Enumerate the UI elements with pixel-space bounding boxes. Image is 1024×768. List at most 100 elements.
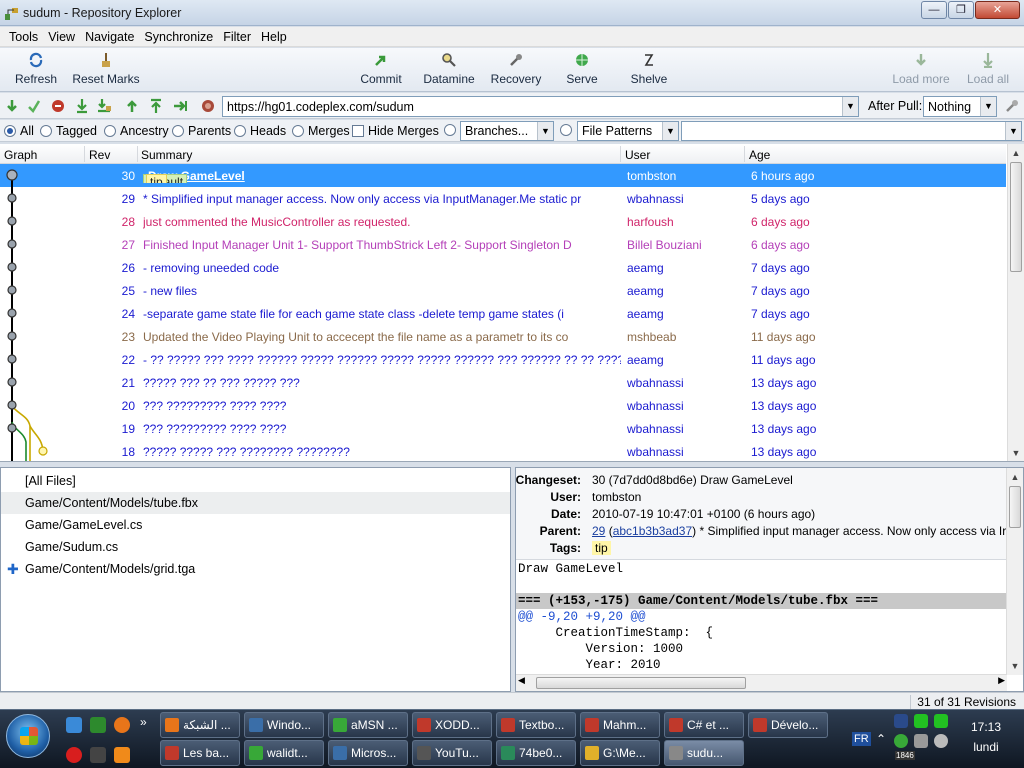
opera-icon[interactable] [66, 747, 82, 763]
table-row[interactable]: 22 - ?? ????? ??? ???? ?????? ????? ?????… [0, 348, 1006, 371]
tray-network-icon[interactable] [914, 734, 928, 748]
taskbar-button[interactable]: Windo... [244, 712, 324, 738]
filter-branch-radio[interactable] [444, 124, 456, 136]
taskbar-button[interactable]: walidt... [244, 740, 324, 766]
tray-status-icon[interactable] [914, 714, 928, 728]
quicklaunch-more-icon[interactable]: » [140, 715, 147, 729]
commit-button[interactable]: Commit [356, 52, 406, 86]
branches-combo[interactable]: Branches... ▼ [460, 121, 554, 141]
chevron-down-icon[interactable]: ▼ [662, 122, 678, 140]
menu-tools[interactable]: Tools [4, 30, 43, 44]
ie-icon[interactable] [66, 717, 82, 733]
taskbar-button[interactable]: Dévelo... [748, 712, 828, 738]
file-item-added[interactable]: ✚ Game/Content/Models/grid.tga [1, 558, 510, 580]
clock[interactable]: 17:13 lundi [966, 720, 1006, 754]
datamine-button[interactable]: Datamine [420, 52, 478, 86]
table-row[interactable]: 25 - new files aeamg 7 days ago [0, 279, 1006, 302]
table-row[interactable]: 28 just commented the MusicController as … [0, 210, 1006, 233]
minimize-button[interactable]: — [921, 1, 947, 19]
outgoing-icon[interactable] [124, 98, 140, 114]
shelve-button[interactable]: Shelve [626, 52, 672, 86]
scroll-thumb[interactable] [1010, 162, 1022, 272]
filter-pattern-radio[interactable] [560, 124, 572, 136]
taskbar-button[interactable]: 74be0... [496, 740, 576, 766]
stop-icon[interactable] [200, 98, 216, 114]
chevron-down-icon[interactable]: ▼ [1005, 122, 1021, 140]
table-row[interactable]: 26 - removing uneeded code aeamg 7 days ago [0, 256, 1006, 279]
filter-heads-radio[interactable]: Heads [234, 124, 286, 138]
table-row[interactable]: 29 * Simplified input manager access. Now… [0, 187, 1006, 210]
file-item[interactable]: Game/Content/Models/tube.fbx [1, 492, 510, 514]
incoming-icon[interactable] [4, 98, 20, 114]
language-indicator[interactable]: FR [852, 732, 871, 746]
taskbar-button[interactable]: الشبكة ... [160, 712, 240, 738]
revision-grid[interactable]: Graph Rev Summary User Age 30 defaulttipD… [0, 144, 1024, 462]
tray-app-icon[interactable] [894, 714, 908, 728]
table-row[interactable]: 20 ??? ????????? ???? ???? wbahnassi 13 day… [0, 394, 1006, 417]
filter-ancestry-radio[interactable]: Ancestry [104, 124, 169, 138]
table-row[interactable]: 27 Finished Input Manager Unit 1- Support… [0, 233, 1006, 256]
serve-button[interactable]: Serve [562, 52, 602, 86]
firefox-icon[interactable] [114, 717, 130, 733]
table-row[interactable]: 21 ????? ??? ?? ??? ????? ??? wbahnassi 13 … [0, 371, 1006, 394]
reset-marks-button[interactable]: Reset Marks [70, 52, 142, 86]
filter-all-radio[interactable]: All [4, 124, 34, 138]
scroll-thumb[interactable] [1009, 486, 1021, 528]
accept-icon[interactable] [26, 98, 42, 114]
scroll-up-icon[interactable]: ▲ [1008, 145, 1024, 161]
menu-view[interactable]: View [43, 30, 80, 44]
scroll-down-icon[interactable]: ▼ [1008, 445, 1024, 461]
taskbar-button[interactable]: YouTu... [412, 740, 492, 766]
col-user[interactable]: User [625, 148, 650, 162]
chevron-down-icon[interactable]: ▼ [537, 122, 553, 140]
tray-volume-icon[interactable] [934, 734, 948, 748]
diff-view[interactable]: Draw GameLevel === (+153,-175) Game/Cont… [516, 561, 1007, 677]
col-rev[interactable]: Rev [89, 148, 110, 162]
taskbar-button[interactable]: Micros... [328, 740, 408, 766]
file-item[interactable]: Game/Sudum.cs [1, 536, 510, 558]
col-graph[interactable]: Graph [4, 148, 37, 162]
table-row[interactable]: 30 defaulttipDraw GameLevel tombston 6 hour… [0, 164, 1006, 187]
menu-help[interactable]: Help [256, 30, 292, 44]
menu-navigate[interactable]: Navigate [80, 30, 139, 44]
maximize-button[interactable]: ❐ [948, 1, 974, 19]
file-patterns-combo[interactable]: File Patterns ▼ [577, 121, 679, 141]
tray-expand-icon[interactable]: ⌃ [876, 732, 886, 746]
chevron-down-icon[interactable]: ▼ [842, 97, 858, 116]
refresh-button[interactable]: Refresh [14, 52, 58, 86]
tray-msn-icon[interactable] [894, 734, 908, 748]
taskbar-button[interactable]: Mahm... [580, 712, 660, 738]
file-item[interactable]: Game/GameLevel.cs [1, 514, 510, 536]
email-icon[interactable] [172, 98, 188, 114]
settings-icon[interactable] [1004, 98, 1020, 114]
table-row[interactable]: 24 -separate game state file for each gam… [0, 302, 1006, 325]
menu-filter[interactable]: Filter [218, 30, 256, 44]
details-vertical-scrollbar[interactable]: ▲ ▼ [1006, 468, 1023, 675]
taskbar-button[interactable]: G:\Me... [580, 740, 660, 766]
taskbar-button[interactable]: sudu... [664, 740, 744, 766]
after-pull-select[interactable]: Nothing ▼ [923, 96, 997, 117]
hide-merges-checkbox[interactable]: Hide Merges [352, 124, 439, 138]
taskbar-button[interactable]: aMSN ... [328, 712, 408, 738]
filter-text-combo[interactable]: ▼ [681, 121, 1022, 141]
parent-rev-link[interactable]: 29 [592, 524, 605, 538]
pull-update-icon[interactable] [96, 98, 112, 114]
taskbar-button[interactable]: Textbo... [496, 712, 576, 738]
parent-hash-link[interactable]: abc1b3b3ad37 [613, 524, 692, 538]
col-age[interactable]: Age [749, 148, 770, 162]
chevron-down-icon[interactable]: ▼ [980, 97, 996, 116]
reject-icon[interactable] [50, 98, 66, 114]
taskbar-button[interactable]: C# et ... [664, 712, 744, 738]
table-row[interactable]: 18 ????? ????? ??? ???????? ???????? wbahn… [0, 440, 1006, 461]
vlc-icon[interactable] [114, 747, 130, 763]
file-item-all[interactable]: [All Files] [1, 470, 510, 492]
close-button[interactable]: ✕ [975, 1, 1020, 19]
details-horizontal-scrollbar[interactable]: ◀ ▶ [516, 674, 1007, 691]
media-icon[interactable] [90, 747, 106, 763]
scroll-up-icon[interactable]: ▲ [1007, 469, 1023, 485]
filter-merges-radio[interactable]: Merges [292, 124, 350, 138]
pull-icon[interactable] [74, 98, 90, 114]
filter-parents-radio[interactable]: Parents [172, 124, 231, 138]
table-row[interactable]: 23 Updated the Video Playing Unit to acce… [0, 325, 1006, 348]
maps-icon[interactable] [90, 717, 106, 733]
